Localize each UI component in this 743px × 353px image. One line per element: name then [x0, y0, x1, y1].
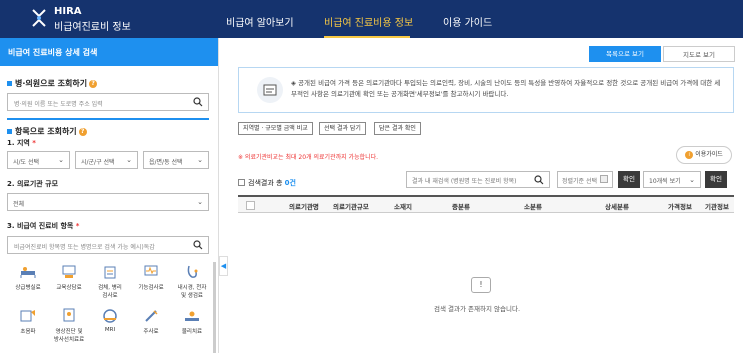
- item-search-heading: 항목으로 조회하기?: [7, 126, 87, 137]
- select-all-checkbox[interactable]: [246, 201, 255, 210]
- category-function[interactable]: 기능검사료: [130, 264, 172, 291]
- document-icon: [257, 77, 283, 103]
- category-lab[interactable]: 검체, 병리 검사료: [89, 264, 131, 299]
- category-counsel[interactable]: 교육상담료: [48, 264, 90, 291]
- search-icon[interactable]: [193, 97, 203, 107]
- counsel-icon: [62, 265, 76, 278]
- nav-guide[interactable]: 이용 가이드: [443, 14, 492, 29]
- cost-item-label: 3. 비급여 진료비 항목 *: [7, 222, 80, 230]
- usage-guide-button[interactable]: i 이용가이드: [676, 146, 732, 164]
- compare-limit-warning: ※ 의료기관비교는 최대 20개 의료기관까지 가능합니다.: [238, 154, 379, 161]
- help-icon[interactable]: ?: [89, 80, 98, 88]
- chevron-down-icon: ⌄: [58, 156, 64, 164]
- empty-result-icon: !: [471, 277, 491, 293]
- col-institution-name: 의료기관명: [289, 203, 319, 211]
- section-divider: [7, 118, 209, 120]
- top-navigation-bar: HIRA 비급여진료비 정보 비급여 알아보기 비급여 진료비용 정보 이용 가…: [0, 0, 743, 38]
- category-mri[interactable]: MRI: [89, 308, 131, 333]
- hospital-search-input[interactable]: 병·의원 이름 또는 도로명 주소 입력: [7, 93, 209, 111]
- col-detail-category: 상세분류: [605, 203, 629, 211]
- compare-amount-button[interactable]: 지역별 · 규모별 금액 비교: [238, 122, 313, 135]
- ultrasound-icon: [20, 310, 35, 322]
- province-select[interactable]: 시/도 선택 ⌄: [7, 151, 70, 169]
- chevron-down-icon: ⌄: [689, 176, 695, 184]
- col-price-info: 가격정보: [668, 203, 692, 211]
- chevron-down-icon: ⌄: [126, 156, 132, 164]
- view-saved-button[interactable]: 담은 결과 확인: [374, 122, 421, 135]
- logo-title: HIRA: [54, 6, 82, 17]
- bullet-icon: [7, 81, 12, 86]
- save-selection-button[interactable]: 선택 결과 담기: [319, 122, 366, 135]
- col-location: 소재지: [394, 203, 412, 211]
- city-select[interactable]: 시/군/구 선택 ⌄: [75, 151, 138, 169]
- notice-text: ◈ 공개된 비급여 가격 등은 의료기관마다 투입되는 의료인력, 장비, 시술…: [291, 79, 721, 98]
- col-institution-info: 기관정보: [705, 203, 729, 211]
- hira-logo-icon: [32, 9, 46, 27]
- lab-icon: [104, 266, 116, 279]
- result-search-input[interactable]: 결과 내 재검색 (병원명 또는 진료비 항목): [406, 171, 550, 188]
- map-view-button[interactable]: 지도로 보기: [663, 46, 735, 62]
- empty-result-message: 검색 결과가 존재하지 않습니다.: [434, 305, 521, 313]
- syringe-icon: [145, 310, 158, 322]
- results-table-header: 의료기관명 의료기관규모 소재지 중분류 소분류 상세분류 가격정보 기관정보: [238, 195, 734, 213]
- category-injection[interactable]: 주사료: [130, 308, 172, 335]
- expand-checkbox[interactable]: [238, 179, 245, 186]
- nav-cost-info[interactable]: 비급여 진료비용 정보: [324, 14, 413, 29]
- institution-size-label: 2. 의료기관 규모: [7, 180, 59, 188]
- search-icon[interactable]: [534, 175, 544, 185]
- cost-item-search-input[interactable]: 비급여진료비 항목명 또는 병명으로 검색 가능 예시)독감: [7, 236, 209, 254]
- chevron-left-icon: ◀: [220, 262, 227, 270]
- list-view-button[interactable]: 목록으로 보기: [589, 46, 661, 62]
- hospital-search-heading: 병·의원으로 조회하기?: [7, 78, 98, 89]
- logo-subtitle: 비급여진료비 정보: [54, 22, 131, 33]
- district-select[interactable]: 읍/면/동 선택 ⌄: [143, 151, 209, 169]
- result-count: 검색결과 총 0건: [238, 178, 296, 188]
- nav-about[interactable]: 비급여 알아보기: [226, 14, 294, 29]
- notice-box: ◈ 공개된 비급여 가격 등은 의료기관마다 투입되는 의료인력, 장비, 시술…: [238, 67, 734, 113]
- col-mid-category: 중분류: [452, 203, 470, 211]
- sidebar-title: 비급여 진료비용 상세 검색: [0, 38, 218, 66]
- xray-icon: [63, 308, 75, 322]
- per-page-select[interactable]: 10개씩 보기 ⌄: [643, 171, 701, 188]
- bullet-icon: [7, 129, 12, 134]
- category-room[interactable]: 상급병실료: [7, 264, 49, 291]
- sort-select[interactable]: 정렬기준 선택: [557, 171, 613, 188]
- calendar-icon: [600, 175, 608, 183]
- search-sidebar: 비급여 진료비용 상세 검색 병·의원으로 조회하기? 병·의원 이름 또는 도…: [0, 38, 219, 353]
- category-ultrasound[interactable]: 초음파: [7, 308, 49, 335]
- category-physiotherapy[interactable]: 물리치료: [171, 308, 213, 335]
- info-icon: i: [685, 151, 694, 159]
- sidebar-collapse-button[interactable]: ◀: [219, 256, 228, 276]
- per-page-confirm-button[interactable]: 확인: [705, 171, 727, 188]
- institution-size-select[interactable]: 전체 ⌄: [7, 193, 209, 211]
- category-endoscope[interactable]: 내시경, 천자 및 생검료: [171, 264, 213, 299]
- chevron-down-icon: ⌄: [197, 156, 203, 164]
- endoscope-icon: [187, 265, 198, 278]
- col-sub-category: 소분류: [524, 203, 542, 211]
- search-icon[interactable]: [193, 240, 203, 250]
- chevron-down-icon: ⌄: [197, 198, 203, 206]
- sidebar-scrollbar[interactable]: [213, 262, 216, 353]
- region-label: 1. 지역 *: [7, 139, 36, 147]
- category-imaging[interactable]: 영상진단 및 방사선치료료: [48, 308, 90, 343]
- bed-icon: [20, 267, 36, 278]
- sort-confirm-button[interactable]: 확인: [618, 171, 640, 188]
- monitor-icon: [144, 265, 158, 276]
- therapy-icon: [185, 311, 199, 321]
- col-institution-size: 의료기관규모: [333, 203, 369, 211]
- mri-icon: [103, 309, 117, 323]
- help-icon[interactable]: ?: [78, 128, 87, 136]
